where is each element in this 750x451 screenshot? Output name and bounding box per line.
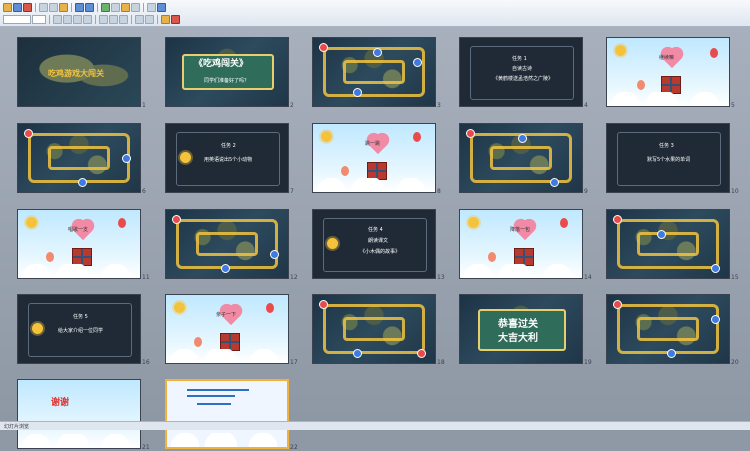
toolbar-row-2: [3, 14, 180, 25]
slide-thumbnail-6[interactable]: [17, 123, 141, 193]
slide-thumbnail-9[interactable]: [459, 123, 583, 193]
heart-label: 唱歌一支: [68, 227, 89, 233]
slide-number: 16: [142, 359, 150, 366]
slide-number: 22: [290, 444, 298, 451]
task-label: 任务 3: [659, 143, 674, 149]
insert-table-icon[interactable]: [101, 3, 110, 12]
task-line-2: 《小木偶的故事》: [360, 249, 401, 255]
slide-thumbnail-18[interactable]: [312, 294, 436, 364]
open-icon[interactable]: [3, 3, 12, 12]
slide-number: 10: [731, 188, 739, 195]
task-line-1: 用英语说出5个小动物: [204, 157, 253, 163]
paste-icon[interactable]: [59, 3, 68, 12]
slide-number: 7: [290, 188, 294, 195]
slide-thumbnail-7[interactable]: 任务 2 用英语说出5个小动物: [165, 123, 289, 193]
slide-number: 8: [437, 188, 441, 195]
task-label: 任务 1: [512, 56, 527, 62]
slide-thumbnail-21[interactable]: 谢谢: [17, 379, 141, 449]
congrats-line-1: 恭喜过关: [498, 319, 538, 330]
task-line-2: 《黄鹤楼送孟浩然之广陵》: [493, 76, 554, 82]
align-center-icon[interactable]: [109, 15, 118, 24]
slide-number: 20: [731, 359, 739, 366]
font-color-icon[interactable]: [161, 15, 170, 24]
save-icon[interactable]: [13, 3, 22, 12]
undo-icon[interactable]: [75, 3, 84, 12]
heart-label: 跳一跳: [365, 141, 381, 147]
slide-thumbnail-22[interactable]: [165, 379, 289, 449]
task-line-1: 给大家介绍一位同学: [58, 328, 104, 334]
slide-number: 6: [142, 188, 146, 195]
slide-thumbnail-4[interactable]: 任务 1 自读古诗 《黄鹤楼送孟浩然之广陵》: [459, 37, 583, 107]
task-label: 任务 2: [221, 143, 236, 149]
slide-thumbnail-14[interactable]: 降落一包: [459, 209, 583, 279]
insert-chart-icon[interactable]: [111, 3, 120, 12]
slide-thumbnail-8[interactable]: 跳一跳: [312, 123, 436, 193]
slide-thumbnail-16[interactable]: 任务 5 给大家介绍一位同学: [17, 294, 141, 364]
slide-number: 19: [584, 359, 592, 366]
congrats-line-2: 大吉大利: [498, 333, 538, 344]
slide-number: 2: [290, 102, 294, 109]
slide-thumbnail-10[interactable]: 任务 3 默写5个水果的单词: [606, 123, 730, 193]
slide-title: 吃鸡游戏大闯关: [48, 69, 104, 78]
slide-thumbnail-13[interactable]: 任务 4 朗读课文 《小木偶的故事》: [312, 209, 436, 279]
view-mode-label: 幻灯片浏览: [4, 423, 30, 430]
bold-icon[interactable]: [53, 15, 62, 24]
copy-icon[interactable]: [49, 3, 58, 12]
heart-label: 继续嘛: [659, 55, 675, 61]
slide-number: 5: [731, 102, 735, 109]
slide-number: 9: [584, 188, 588, 195]
shadow-icon[interactable]: [83, 15, 92, 24]
slide-thumbnail-1[interactable]: 吃鸡游戏大闯关: [17, 37, 141, 107]
slide-number: 3: [437, 102, 441, 109]
bullets-icon[interactable]: [135, 15, 144, 24]
task-line-1: 自读古诗: [512, 66, 533, 72]
slide-thumbnail-5[interactable]: 继续嘛: [606, 37, 730, 107]
align-right-icon[interactable]: [119, 15, 128, 24]
slide-number: 11: [142, 274, 150, 281]
slide-number: 15: [731, 274, 739, 281]
slide-thumbnail-19[interactable]: 恭喜过关 大吉大利: [459, 294, 583, 364]
print-icon[interactable]: [23, 3, 32, 12]
slide-thumbnail-2[interactable]: 《吃鸡闯关》 同学们准备好了吗？: [165, 37, 289, 107]
slide-number: 1: [142, 102, 146, 109]
slide-number: 13: [437, 274, 445, 281]
heart-label: 降落一包: [510, 227, 531, 233]
slide-number: 14: [584, 274, 592, 281]
underline-icon[interactable]: [73, 15, 82, 24]
slide-thumbnail-11[interactable]: 唱歌一支: [17, 209, 141, 279]
slide-thumbnail-3[interactable]: [312, 37, 436, 107]
heart-label: 亲子一下: [216, 312, 237, 318]
italic-icon[interactable]: [63, 15, 72, 24]
slide-title: 谢谢: [51, 398, 70, 408]
fill-color-icon[interactable]: [171, 15, 180, 24]
cut-icon[interactable]: [39, 3, 48, 12]
task-line-1: 朗读课文: [368, 238, 389, 244]
slide-number: 21: [142, 444, 150, 451]
slide-thumbnail-15[interactable]: [606, 209, 730, 279]
slide-number: 17: [290, 359, 298, 366]
insert-picture-icon[interactable]: [121, 3, 130, 12]
task-label: 任务 5: [73, 314, 88, 320]
font-size-box[interactable]: [32, 15, 46, 24]
slide-number: 4: [584, 102, 588, 109]
slide-subtitle: 同学们准备好了吗？: [204, 78, 250, 84]
numbering-icon[interactable]: [145, 15, 154, 24]
slide-number: 12: [290, 274, 298, 281]
help-icon[interactable]: [157, 3, 166, 12]
font-name-box[interactable]: [3, 15, 31, 24]
toolbar: [0, 0, 750, 27]
toolbar-row-1: [3, 2, 166, 13]
slide-thumbnail-20[interactable]: [606, 294, 730, 364]
slide-thumbnail-12[interactable]: [165, 209, 289, 279]
zoom-icon[interactable]: [147, 3, 156, 12]
slide-title: 《吃鸡闯关》: [194, 59, 249, 69]
textbox-icon[interactable]: [131, 3, 140, 12]
slide-thumbnail-17[interactable]: 亲子一下: [165, 294, 289, 364]
align-left-icon[interactable]: [99, 15, 108, 24]
redo-icon[interactable]: [85, 3, 94, 12]
slide-sorter: 吃鸡游戏大闯关 1 《吃鸡闯关》 同学们准备好了吗？ 2 3 任务 1 自读古诗…: [0, 27, 750, 451]
task-line-1: 默写5个水果的单词: [647, 157, 691, 163]
task-label: 任务 4: [368, 227, 383, 233]
slide-number: 18: [437, 359, 445, 366]
